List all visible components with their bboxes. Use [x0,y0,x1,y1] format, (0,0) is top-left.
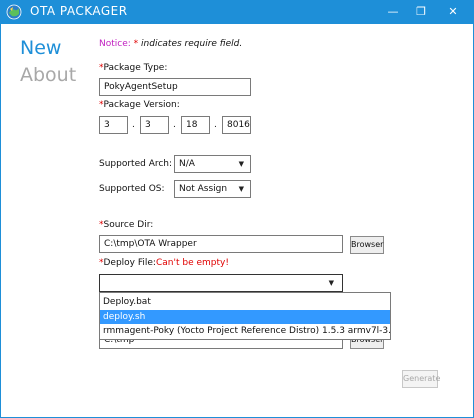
title-bar: OTA PACKAGER — ❐ ✕ [0,0,474,24]
version-major-field[interactable]: 3 [99,116,128,134]
window-title: OTA PACKAGER [30,4,128,18]
nav-about[interactable]: About [20,64,76,86]
deploy-file-dropdown: Deploy.bat deploy.sh rmmagent-Poky (Yoct… [99,292,391,340]
version-separator: . [132,120,135,130]
supported-arch-value: N/A [179,159,195,169]
app-logo-icon [6,4,22,20]
minimize-button[interactable]: — [380,0,406,24]
version-build-field[interactable]: 8016 [222,116,251,134]
generate-button[interactable]: Generate [402,370,440,388]
notice-text: indicates require field. [141,39,243,49]
supported-os-select[interactable]: Not Assign ▼ [174,180,251,198]
chevron-down-icon: ▼ [238,185,244,193]
nav-new[interactable]: New [20,37,61,59]
supported-os-value: Not Assign [179,184,228,194]
source-dir-label: *Source Dir: [99,220,154,230]
dropdown-option[interactable]: Deploy.bat [100,295,390,309]
package-type-label: *Package Type: [99,63,168,73]
version-separator: . [173,120,176,130]
supported-arch-label: Supported Arch: [99,159,173,169]
deploy-file-select[interactable]: ▼ [99,274,343,292]
supported-arch-select[interactable]: N/A ▼ [174,155,251,173]
dropdown-option[interactable]: rmmagent-Poky (Yocto Project Reference D… [100,324,390,338]
source-dir-field[interactable]: C:\tmp\OTA Wrapper [99,235,343,253]
window-border [0,24,1,418]
package-version-label: *Package Version: [99,100,180,110]
notice-line: Notice: * indicates require field. [99,39,242,49]
version-minor-field[interactable]: 3 [140,116,169,134]
supported-os-label: Supported OS: [99,184,165,194]
version-patch-field[interactable]: 18 [181,116,210,134]
notice-label: Notice: [99,39,131,49]
package-type-field[interactable]: PokyAgentSetup [99,78,251,96]
dropdown-option-highlighted[interactable]: deploy.sh [100,310,390,324]
deploy-file-error: Can't be empty! [156,258,229,268]
chevron-down-icon: ▼ [328,279,334,287]
close-button[interactable]: ✕ [440,0,466,24]
notice-star: * [133,39,139,49]
chevron-down-icon: ▼ [238,160,244,168]
deploy-file-label: *Deploy File: [99,258,156,268]
version-separator: . [214,120,217,130]
restore-button[interactable]: ❐ [408,0,434,24]
source-dir-browse-button[interactable]: Browser [350,236,384,254]
